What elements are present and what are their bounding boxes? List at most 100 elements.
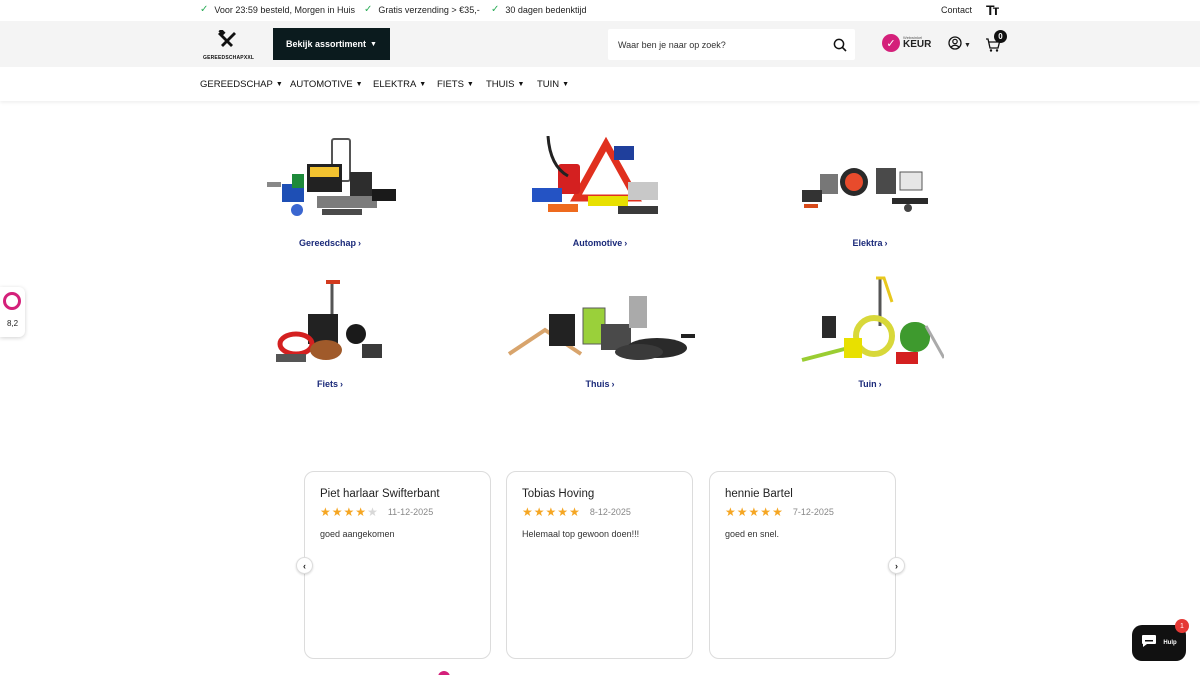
keur-logo-icon: [3, 292, 21, 310]
chevron-right-icon: ›: [895, 560, 898, 571]
chevron-right-icon: ›: [884, 238, 888, 248]
category-image-gereedschap[interactable]: [262, 134, 402, 227]
category-label: Fiets: [316, 379, 339, 389]
chevron-right-icon: ›: [624, 238, 628, 248]
chevron-down-icon: ▼: [355, 81, 363, 88]
chevron-left-icon: ‹: [303, 560, 306, 571]
account-menu[interactable]: ▼: [948, 36, 971, 55]
star-icon: ★: [545, 505, 557, 519]
chevron-right-icon: ›: [358, 238, 362, 248]
check-icon: ✓: [364, 4, 373, 15]
review-date: 7-12-2025: [792, 507, 834, 517]
check-icon: ✓: [200, 4, 209, 15]
chevron-right-icon: ›: [878, 379, 882, 389]
chat-icon: [1141, 634, 1157, 653]
category-label: Thuis: [585, 379, 610, 389]
star-icon: ★: [725, 505, 736, 519]
usp-delivery: ✓ Voor 23:59 besteld, Morgen in Huis: [200, 4, 355, 16]
webwinkel-keur-badge[interactable]: ✓ Webwinkel KEUR: [882, 34, 931, 52]
text-size-icon[interactable]: Tт: [986, 2, 999, 18]
nav-label: ELEKTRA: [373, 79, 417, 90]
usp-text: Gratis verzending > €35,-: [378, 5, 480, 15]
category-link-thuis[interactable]: Thuis ›: [586, 379, 615, 389]
review-date: 8-12-2025: [589, 507, 631, 517]
search-icon[interactable]: [825, 38, 855, 52]
review-card: Tobias Hoving ★ ★ ★ ★ ★ 8-12-2025 Helemaal t…: [506, 471, 693, 659]
star-icon: ★: [355, 505, 367, 519]
nav-item-gereedschap[interactable]: GEREEDSCHAP ▼: [200, 79, 283, 90]
category-label: Tuin: [858, 379, 877, 389]
chat-notification-badge: 1: [1175, 619, 1189, 633]
keur-big-text: KEUR: [903, 39, 932, 50]
cart-button[interactable]: 0: [985, 30, 1007, 54]
category-link-elektra[interactable]: Elektra ›: [852, 238, 887, 248]
review-date: 11-12-2025: [387, 507, 434, 517]
category-image-elektra[interactable]: [796, 160, 936, 221]
review-text: goed en snel.: [725, 529, 780, 539]
usp-text: Voor 23:59 besteld, Morgen in Huis: [214, 5, 355, 15]
rating-score: 8,2: [6, 319, 19, 328]
nav-item-elektra[interactable]: ELEKTRA ▼: [373, 79, 426, 90]
category-image-fiets[interactable]: [272, 278, 390, 373]
nav-item-tuin[interactable]: TUIN ▼: [537, 79, 569, 90]
header: GEREEDSCHAPXXL Bekijk assortiment ▼ ✓ We…: [0, 21, 1200, 67]
nav-label: AUTOMOTIVE: [290, 79, 353, 90]
carousel-prev-button[interactable]: ‹: [296, 557, 313, 574]
review-text: goed aangekomen: [320, 529, 395, 539]
nav-item-automotive[interactable]: AUTOMOTIVE ▼: [290, 79, 363, 90]
category-label: Gereedschap: [298, 238, 357, 248]
category-link-gereedschap[interactable]: Gereedschap ›: [299, 238, 361, 248]
check-icon: ✓: [491, 4, 500, 15]
star-rating: ★ ★ ★ ★ ★: [320, 506, 378, 518]
assortment-button[interactable]: Bekijk assortiment ▼: [273, 28, 390, 60]
chevron-down-icon: ▼: [275, 81, 283, 88]
review-text: Helemaal top gewoon doen!!!: [522, 529, 640, 539]
star-rating: ★ ★ ★ ★ ★: [725, 506, 783, 518]
usp-return: ✓ 30 dagen bedenktijd: [491, 4, 587, 16]
search-bar: [608, 29, 855, 60]
category-link-tuin[interactable]: Tuin ›: [858, 379, 881, 389]
nav-item-fiets[interactable]: FIETS ▼: [437, 79, 474, 90]
category-image-tuin[interactable]: [796, 276, 946, 373]
star-icon: ★: [569, 505, 580, 519]
nav-label: THUIS: [486, 79, 515, 90]
main-nav: GEREEDSCHAP ▼ AUTOMOTIVE ▼ ELEKTRA ▼ FIETS ▼…: [0, 67, 1200, 101]
nav-item-thuis[interactable]: THUIS ▼: [486, 79, 524, 90]
category-label: Automotive: [572, 238, 623, 248]
chevron-right-icon: ›: [611, 379, 615, 389]
cart-count-badge: 0: [994, 30, 1007, 43]
help-chat-button[interactable]: Hulp 1: [1132, 619, 1189, 661]
category-link-fiets[interactable]: Fiets ›: [317, 379, 343, 389]
search-input[interactable]: [608, 29, 825, 60]
star-icon: ★: [772, 505, 783, 519]
star-rating: ★ ★ ★ ★ ★: [522, 506, 580, 518]
star-icon: ★: [533, 505, 545, 519]
star-icon: ★: [320, 505, 331, 519]
chevron-down-icon: ▼: [964, 42, 971, 49]
carousel-next-button[interactable]: ›: [888, 557, 905, 574]
review-card: Piet harlaar Swifterbant ★ ★ ★ ★ ★ 11-12-202…: [304, 471, 491, 659]
category-link-automotive[interactable]: Automotive ›: [573, 238, 628, 248]
reviewer-name: Tobias Hoving: [522, 488, 595, 500]
category-image-thuis[interactable]: [505, 294, 697, 369]
hammer-wrench-icon: [203, 28, 251, 52]
site-logo[interactable]: GEREEDSCHAPXXL: [203, 28, 255, 61]
category-image-automotive[interactable]: [528, 135, 672, 227]
chevron-right-icon: ›: [340, 379, 344, 389]
user-icon: [948, 36, 962, 55]
rating-side-widget[interactable]: 8,2: [0, 287, 25, 337]
star-icon: ★: [748, 505, 760, 519]
review-card: hennie Bartel ★ ★ ★ ★ ★ 7-12-2025 goed en sn…: [709, 471, 896, 659]
star-icon: ★: [343, 505, 355, 519]
contact-link[interactable]: Contact: [941, 5, 972, 15]
usp-text: 30 dagen bedenktijd: [505, 5, 587, 15]
star-icon: ★: [760, 505, 772, 519]
star-icon: ★: [367, 505, 378, 519]
nav-label: GEREEDSCHAP: [200, 79, 273, 90]
assortment-label: Bekijk assortiment: [286, 39, 367, 49]
logo-text: GEREEDSCHAPXXL: [203, 55, 255, 61]
chevron-down-icon: ▼: [370, 40, 377, 48]
star-icon: ★: [736, 505, 748, 519]
chevron-down-icon: ▼: [517, 81, 525, 88]
category-label: Elektra: [852, 238, 883, 248]
